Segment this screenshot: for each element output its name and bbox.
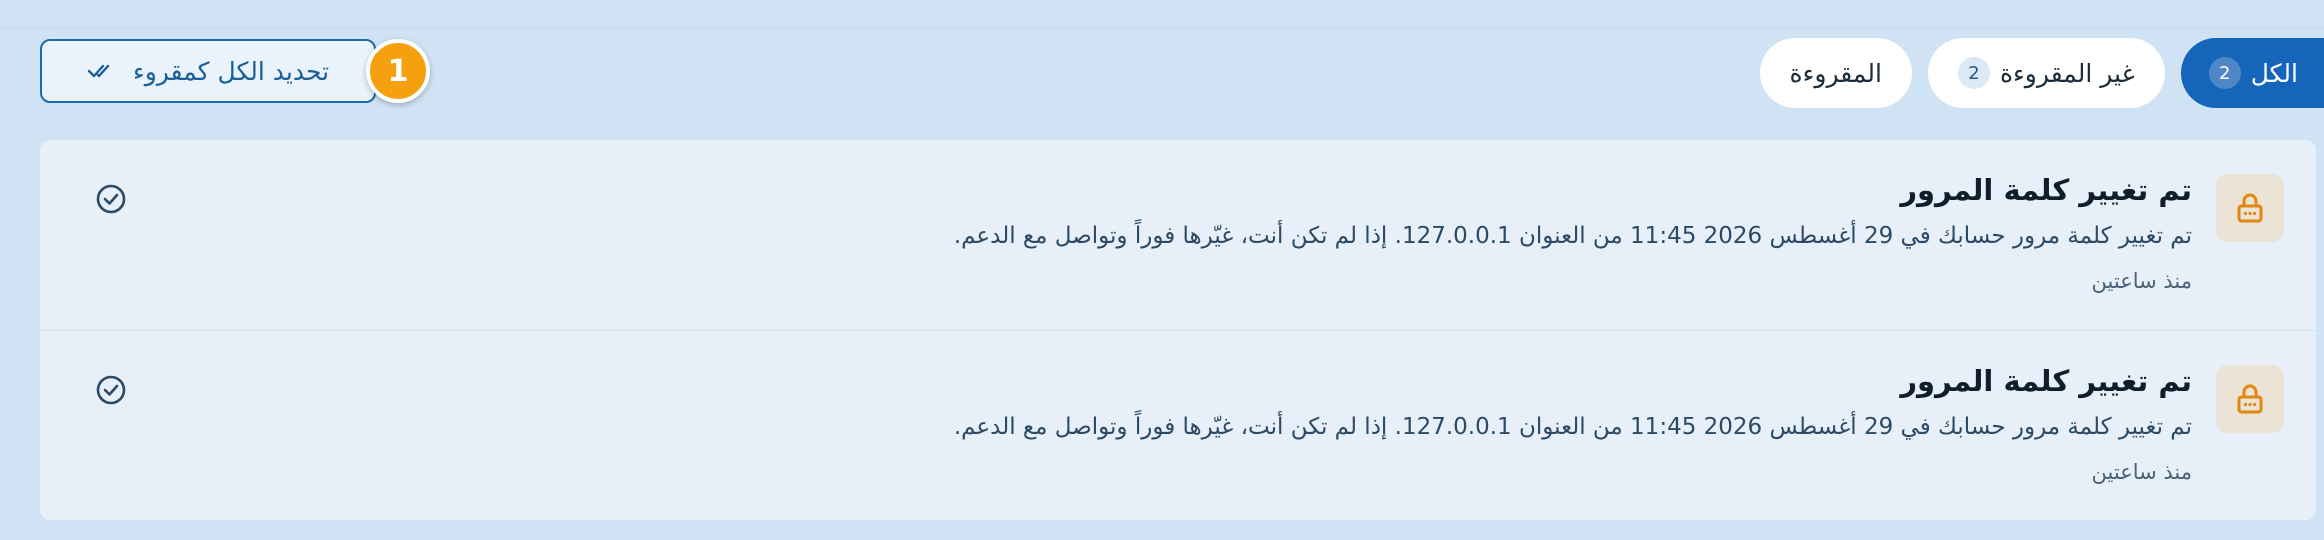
- mark-all-read-button[interactable]: تحديد الكل كمقروء: [40, 39, 376, 103]
- notification-content: تم تغيير كلمة المرور تم تغيير كلمة مرور …: [954, 361, 2192, 487]
- notification-time: منذ ساعتين: [2091, 269, 2192, 293]
- notification-item: تم تغيير كلمة المرور تم تغيير كلمة مرور …: [40, 140, 2316, 330]
- notification-time: منذ ساعتين: [2091, 460, 2192, 484]
- tab-all[interactable]: الكل 2: [2180, 38, 2324, 108]
- notification-item: تم تغيير كلمة المرور تم تغيير كلمة مرور …: [40, 330, 2316, 520]
- lock-icon: [2216, 365, 2284, 433]
- filter-tabs: الكل 2 غير المقروءة 2 المقروءة: [1759, 38, 2324, 108]
- tab-unread-label: غير المقروءة: [1999, 58, 2135, 88]
- header-divider: [0, 28, 2324, 29]
- lock-icon: [2216, 174, 2284, 242]
- tab-all-count-badge: 2: [2208, 57, 2241, 89]
- mark-read-check-icon[interactable]: [94, 182, 128, 216]
- mark-read-check-icon[interactable]: [94, 373, 128, 407]
- notification-body: تم تغيير كلمة مرور حسابك في 29 أغسطس 202…: [953, 223, 2192, 249]
- mark-all-read-label: تحديد الكل كمقروء: [132, 56, 330, 86]
- notification-body: تم تغيير كلمة مرور حسابك في 29 أغسطس 202…: [953, 414, 2192, 440]
- notifications-list: تم تغيير كلمة المرور تم تغيير كلمة مرور …: [40, 140, 2316, 520]
- tab-unread[interactable]: غير المقروءة 2: [1927, 38, 2165, 108]
- tab-read-label: المقروءة: [1789, 58, 1882, 88]
- notifications-toolbar: الكل 2 غير المقروءة 2 المقروءة تحديد الك…: [0, 38, 2324, 108]
- tab-read[interactable]: المقروءة: [1759, 38, 1912, 108]
- step-number-badge: 1: [366, 39, 430, 103]
- double-check-icon: [87, 62, 115, 80]
- notification-content: تم تغيير كلمة المرور تم تغيير كلمة مرور …: [954, 170, 2192, 296]
- notification-title: تم تغيير كلمة المرور: [1900, 173, 2192, 207]
- tab-unread-count-badge: 2: [1957, 57, 1990, 89]
- notification-title: تم تغيير كلمة المرور: [1900, 364, 2192, 398]
- tab-all-label: الكل: [2250, 58, 2298, 88]
